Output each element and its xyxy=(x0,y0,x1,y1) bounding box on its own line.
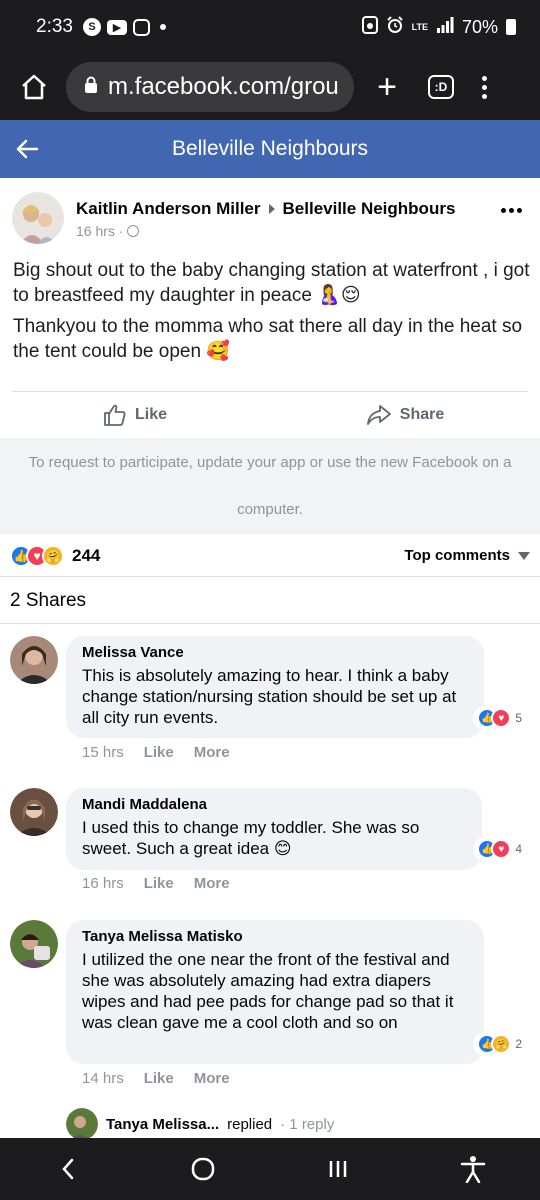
comment-more-button[interactable]: More xyxy=(194,1070,230,1087)
browser-toolbar: m.facebook.com/grou + :D xyxy=(0,54,540,120)
notification-dot-icon xyxy=(159,24,166,30)
globe-icon xyxy=(127,225,140,237)
reply-count: · 1 reply xyxy=(280,1115,335,1133)
love-reaction-icon: ♥ xyxy=(491,839,512,859)
comment-reactions[interactable]: 👍 ♥ 5 xyxy=(473,706,526,730)
sim-icon xyxy=(361,15,378,39)
comment-bubble: Mandi Maddalena I used this to change my… xyxy=(66,788,482,870)
commenter-avatar[interactable] xyxy=(10,788,58,836)
nav-recents-button[interactable] xyxy=(308,1149,368,1189)
comment-reaction-count: 4 xyxy=(515,842,522,856)
comment-more-button[interactable]: More xyxy=(194,875,230,892)
reactions-summary[interactable]: 👍 ♥ 🤗 244 Top comments xyxy=(0,535,540,577)
accessibility-icon xyxy=(460,1156,485,1183)
comment-reactions[interactable]: 👍 ♥ 4 xyxy=(473,837,526,861)
comment-text: This is absolutely amazing to hear. I th… xyxy=(82,666,457,727)
post-options-button[interactable] xyxy=(501,208,522,213)
author-avatar[interactable] xyxy=(12,192,64,244)
post-actions: Like Share xyxy=(0,392,540,438)
like-button[interactable]: Like xyxy=(0,392,270,438)
reply-action: replied xyxy=(227,1115,273,1133)
post-body: Big shout out to the baby changing stati… xyxy=(13,258,533,370)
replier-avatar xyxy=(66,1108,98,1140)
comment-reaction-count: 5 xyxy=(515,711,522,725)
comment-timestamp[interactable]: 16 hrs xyxy=(82,875,124,892)
status-time: 2:33 xyxy=(36,16,73,37)
shazam-icon: S xyxy=(82,18,101,36)
arrow-right-icon xyxy=(268,204,275,214)
replier-name: Tanya Melissa... xyxy=(106,1115,220,1133)
comment-like-button[interactable]: Like xyxy=(144,744,174,761)
status-bar: 2:33 S ▶ LTE 70% xyxy=(0,0,540,54)
comment-reactions[interactable]: 👍 🤗 2 xyxy=(473,1032,526,1056)
reaction-count: 244 xyxy=(72,545,101,565)
back-arrow-icon xyxy=(16,139,39,159)
commenter-avatar[interactable] xyxy=(10,920,58,968)
comment-more-button[interactable]: More xyxy=(194,744,230,761)
participation-notice: To request to participate, update your a… xyxy=(0,438,540,534)
url-text: m.facebook.com/grou xyxy=(108,73,339,100)
love-reaction-icon: ♥ xyxy=(491,708,512,728)
notice-text-line-2: computer. xyxy=(237,501,303,518)
browser-menu-button[interactable] xyxy=(482,75,487,99)
care-reaction-icon: 🤗 xyxy=(491,1034,512,1054)
post-header: Kaitlin Anderson Miller Belleville Neigh… xyxy=(0,178,540,254)
share-label: Share xyxy=(399,406,445,423)
lte-label: LTE xyxy=(411,21,428,32)
comment-like-button[interactable]: Like xyxy=(144,1070,174,1087)
commenter-name[interactable]: Mandi Maddalena xyxy=(82,796,466,813)
commenter-avatar[interactable] xyxy=(10,636,58,684)
new-tab-button[interactable]: + xyxy=(372,68,402,107)
care-reaction-icon: 🤗 xyxy=(42,544,64,567)
lock-icon xyxy=(84,76,98,99)
nav-accessibility-button[interactable] xyxy=(443,1149,503,1189)
nav-back-button[interactable] xyxy=(38,1149,98,1189)
back-button[interactable] xyxy=(0,120,54,178)
comment-timestamp[interactable]: 15 hrs xyxy=(82,744,124,761)
comment-bubble: Tanya Melissa Matisko I utilized the one… xyxy=(66,920,484,1064)
reply-summary[interactable]: Tanya Melissa... replied · 1 reply xyxy=(66,1108,334,1140)
group-header: Belleville Neighbours xyxy=(0,120,540,178)
address-bar[interactable]: m.facebook.com/grou xyxy=(66,62,354,112)
chevron-down-icon xyxy=(518,551,530,560)
nav-home-button[interactable] xyxy=(173,1149,233,1189)
chevron-left-icon xyxy=(61,1158,73,1180)
comment-text: I utilized the one near the front of the… xyxy=(82,950,454,1032)
android-nav-bar xyxy=(0,1138,540,1200)
battery-icon xyxy=(506,19,516,35)
instagram-icon xyxy=(132,18,150,36)
shares-count[interactable]: 2 Shares xyxy=(0,578,540,624)
home-button[interactable] xyxy=(16,69,52,105)
comment-timestamp[interactable]: 14 hrs xyxy=(82,1070,124,1087)
commenter-name[interactable]: Tanya Melissa Matisko xyxy=(82,928,468,945)
comment-sort-dropdown[interactable]: Top comments xyxy=(404,547,530,564)
sort-label: Top comments xyxy=(404,547,510,564)
battery-percent: 70% xyxy=(461,16,498,37)
like-label: Like xyxy=(134,406,167,423)
recents-icon xyxy=(329,1161,346,1177)
tabs-button[interactable]: :D xyxy=(428,75,454,99)
comment-like-button[interactable]: Like xyxy=(144,875,174,892)
share-arrow-icon xyxy=(366,405,391,425)
comment-text: I used this to change my toddler. She wa… xyxy=(82,818,420,858)
comment-reaction-count: 2 xyxy=(515,1037,522,1051)
youtube-icon: ▶ xyxy=(106,19,127,35)
group-title: Belleville Neighbours xyxy=(171,137,369,160)
post-group-link[interactable]: Belleville Neighbours xyxy=(283,199,456,219)
post-timestamp[interactable]: 16 hrs · xyxy=(76,223,123,239)
commenter-name[interactable]: Melissa Vance xyxy=(82,644,468,661)
notice-text-line-1: To request to participate, update your a… xyxy=(28,454,512,471)
post-paragraph: Big shout out to the baby changing stati… xyxy=(13,260,530,306)
signal-icon xyxy=(436,16,454,38)
alarm-icon xyxy=(386,15,404,39)
home-icon xyxy=(22,74,46,100)
share-button[interactable]: Share xyxy=(270,392,540,438)
post-author[interactable]: Kaitlin Anderson Miller xyxy=(76,199,261,219)
thumbs-up-icon xyxy=(104,404,126,426)
home-circle-icon xyxy=(191,1157,214,1181)
comment-bubble: Melissa Vance This is absolutely amazing… xyxy=(66,636,484,738)
post-paragraph: Thankyou to the momma who sat there all … xyxy=(13,316,523,362)
